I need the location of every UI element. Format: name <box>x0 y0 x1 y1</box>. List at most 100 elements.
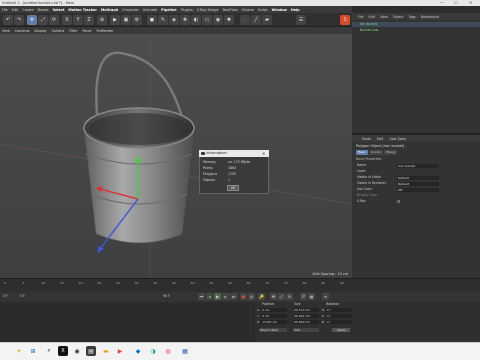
menu-octane[interactable]: Octane <box>242 8 254 12</box>
edge-icon[interactable]: ◑ <box>148 346 158 356</box>
position-key-icon[interactable]: ✥ <box>270 293 277 300</box>
scale-key-icon[interactable]: ⤢ <box>278 293 285 300</box>
object-row[interactable]: Ver Bucket <box>352 22 480 27</box>
pla-key-icon[interactable]: ▦ <box>308 293 315 300</box>
minimize-button[interactable]: — <box>440 0 444 6</box>
size-z-field[interactable]: 25.639 cm <box>293 320 319 324</box>
prev-key-icon[interactable]: ◂ <box>206 293 213 300</box>
rotation-b-field[interactable]: 0 ° <box>326 320 352 324</box>
camera-icon[interactable]: ◉ <box>213 15 223 25</box>
menu-select[interactable]: Select <box>53 8 65 12</box>
menu-realflow[interactable]: RealFlow <box>223 8 238 12</box>
search-icon[interactable]: ⌕ <box>44 346 54 356</box>
scale-tool-icon[interactable]: ⤢ <box>38 15 48 25</box>
size-x-field[interactable]: 25.713 cm <box>293 308 319 312</box>
xray-checkbox[interactable] <box>397 200 400 203</box>
menu-window[interactable]: Window <box>272 8 287 12</box>
param-key-icon[interactable]: P <box>300 293 307 300</box>
ok-button[interactable]: OK <box>227 185 239 191</box>
rotation-h-field[interactable]: 0 ° <box>326 308 352 312</box>
obj-menu-file[interactable]: File <box>358 15 364 19</box>
rotation-key-icon[interactable]: ⟳ <box>286 293 293 300</box>
close-button[interactable]: ✕ <box>469 0 472 6</box>
viewport-menu-filter[interactable]: Filter <box>69 29 77 33</box>
tab-phong[interactable]: Phong <box>383 150 398 155</box>
object-row[interactable]: Bucket Low <box>352 28 480 33</box>
menu-plugins[interactable]: Plugins <box>181 8 193 12</box>
attr-visible-editor-select[interactable]: Default <box>397 175 439 180</box>
rotate-tool-icon[interactable]: ⟳ <box>49 15 59 25</box>
obj-menu-view[interactable]: View <box>380 15 388 19</box>
widgets-icon[interactable]: ✦ <box>14 346 24 356</box>
cloner-icon[interactable]: ❖ <box>180 15 190 25</box>
attr-menu-userdata[interactable]: User Data <box>389 137 405 141</box>
x-app-icon[interactable]: X <box>58 346 68 356</box>
coord-system-icon[interactable]: ⊕ <box>97 15 107 25</box>
layout-icon[interactable]: ☰ <box>296 15 306 25</box>
go-to-start-icon[interactable]: ⏮ <box>198 293 205 300</box>
viewport-menu-view[interactable]: View <box>2 29 10 33</box>
points-mode-icon[interactable]: · <box>240 15 250 25</box>
menu-motion-tracker[interactable]: Motion Tracker <box>68 8 96 12</box>
deformer-icon[interactable]: ◐ <box>191 15 201 25</box>
attr-use-color-select[interactable]: Off <box>397 187 439 192</box>
x-axis-icon[interactable]: X <box>62 15 72 25</box>
obj-menu-tags[interactable]: Tags <box>409 15 416 19</box>
maximize-button[interactable]: ☐ <box>454 0 458 6</box>
menu-animate[interactable]: Animate <box>143 8 157 12</box>
undo-icon[interactable]: ↶ <box>3 15 13 25</box>
redo-icon[interactable]: ↷ <box>14 15 24 25</box>
position-x-field[interactable]: 0 cm <box>261 308 287 312</box>
subdivision-icon[interactable]: ◈ <box>169 15 179 25</box>
dialog-close-icon[interactable]: ✕ <box>262 151 265 156</box>
menu-file[interactable]: File <box>2 8 8 12</box>
tab-basic[interactable]: Basic <box>356 150 368 155</box>
menu-character[interactable]: Character <box>122 8 139 12</box>
3d-viewport[interactable]: Grid Spacing : 10 cm <box>0 34 352 278</box>
viewport-menu-prorender[interactable]: ProRender <box>96 29 113 33</box>
start-icon[interactable]: ⊞ <box>28 346 38 356</box>
viewport-menu-options[interactable]: Options <box>52 29 65 33</box>
frame-start-field[interactable]: 0 F <box>3 294 8 298</box>
obj-menu-bookmarks[interactable]: Bookmarks <box>421 15 439 19</box>
rotation-p-field[interactable]: 0 ° <box>326 314 352 318</box>
cube-icon[interactable]: ◼ <box>147 15 157 25</box>
app-store-icon[interactable]: ▦ <box>180 346 190 356</box>
attr-menu-edit[interactable]: Edit <box>377 137 383 141</box>
edges-mode-icon[interactable]: ╱ <box>251 15 261 25</box>
obj-menu-edit[interactable]: Edit <box>369 15 375 19</box>
current-frame-field[interactable]: 0 F <box>20 294 25 298</box>
attr-menu-mode[interactable]: Mode <box>362 137 371 141</box>
autokey-icon[interactable]: ◎ <box>248 293 255 300</box>
go-to-end-icon[interactable]: ⏭ <box>230 293 237 300</box>
polygons-mode-icon[interactable]: ▰ <box>262 15 272 25</box>
attr-visible-renderer-select[interactable]: Default <box>397 181 439 186</box>
viewport-menu-panel[interactable]: Panel <box>83 29 92 33</box>
keyframe-selection-icon[interactable]: 🔑 <box>258 293 265 300</box>
motion-icon[interactable]: ≡ <box>322 293 329 300</box>
apply-button[interactable]: Apply <box>332 328 350 332</box>
y-axis-icon[interactable]: Y <box>73 15 83 25</box>
coord-mode-select[interactable]: Object (Rel) <box>259 328 287 332</box>
render-view-icon[interactable]: ▶ <box>110 15 120 25</box>
floor-icon[interactable]: ▭ <box>202 15 212 25</box>
vscode-icon[interactable]: ◆ <box>133 346 143 356</box>
menu-edit[interactable]: Edit <box>12 8 19 12</box>
menu-script[interactable]: Script <box>258 8 268 12</box>
play-icon[interactable]: ▶ <box>214 293 221 300</box>
menu-help[interactable]: Help <box>291 8 300 12</box>
render-picture-icon[interactable]: ▣ <box>121 15 131 25</box>
obj-menu-object[interactable]: Object <box>393 15 404 19</box>
attr-name-field[interactable]: Iron bucket <box>397 163 439 168</box>
menu-mograph[interactable]: MoGraph <box>101 8 118 12</box>
tab-coord[interactable]: Coord. <box>368 150 383 155</box>
light-icon[interactable]: ✹ <box>224 15 234 25</box>
menu-vray[interactable]: V-Ray Bridge <box>197 8 219 12</box>
terminal-icon[interactable]: ▤ <box>86 346 96 356</box>
position-y-field[interactable]: 0 cm <box>261 314 287 318</box>
frame-end-field[interactable]: 90 F <box>163 294 170 298</box>
menu-create[interactable]: Create <box>22 8 33 12</box>
chrome-icon[interactable]: ◍ <box>163 346 173 356</box>
file-explorer-icon[interactable]: ▬ <box>101 346 111 356</box>
coord-size-mode-select[interactable]: Size <box>293 328 319 332</box>
